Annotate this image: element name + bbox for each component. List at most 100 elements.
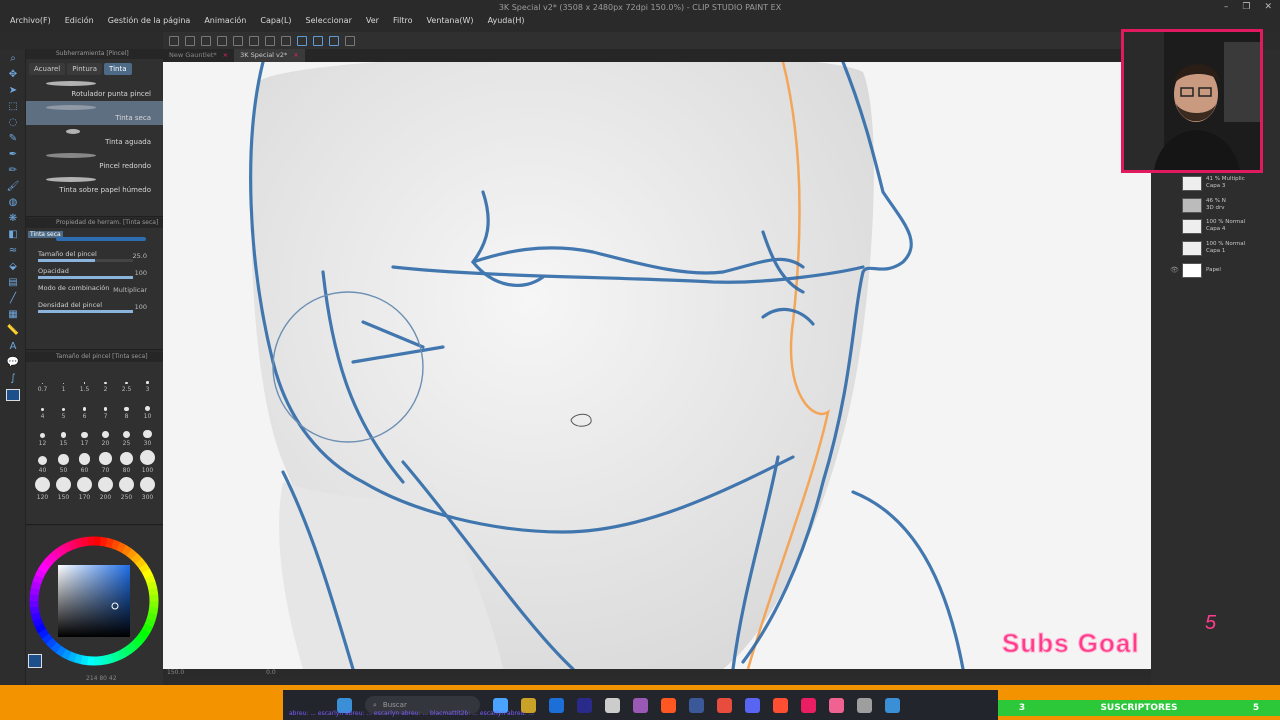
fill-tool-icon[interactable]: ⬙: [6, 261, 20, 273]
zoom-icon[interactable]: ⌕: [6, 53, 20, 65]
hue-segment[interactable]: [116, 649, 127, 661]
opacity-slider[interactable]: Opacidad 100: [26, 265, 163, 282]
menu-window[interactable]: Ventana(W): [427, 16, 474, 31]
prop-value[interactable]: 100: [135, 303, 147, 311]
hue-segment[interactable]: [110, 651, 121, 663]
hue-segment[interactable]: [126, 642, 138, 654]
hue-segment[interactable]: [56, 544, 67, 557]
correct-line-icon[interactable]: ∫: [6, 373, 20, 385]
brush-size-option[interactable]: 15: [53, 422, 74, 447]
settings-icon[interactable]: [345, 35, 355, 46]
hue-segment[interactable]: [41, 557, 54, 569]
brush-size-option[interactable]: 0.7: [32, 368, 53, 393]
layer-item[interactable]: 100 % Normal Capa 4: [1170, 216, 1280, 236]
hue-segment[interactable]: [80, 536, 89, 547]
hue-segment[interactable]: [141, 623, 153, 634]
hue-segment[interactable]: [126, 548, 138, 561]
brush-item-selected[interactable]: Tinta seca: [26, 101, 163, 125]
hue-segment[interactable]: [138, 628, 150, 640]
layer-item[interactable]: 👁 Papel: [1170, 260, 1280, 280]
main-color-chip[interactable]: [28, 654, 42, 668]
close-icon[interactable]: ×: [293, 51, 298, 60]
close-icon[interactable]: ×: [223, 51, 228, 60]
hue-segment[interactable]: [74, 537, 83, 549]
hue-segment[interactable]: [148, 606, 159, 615]
fill-icon[interactable]: [265, 35, 275, 46]
menu-select[interactable]: Seleccionar: [306, 16, 352, 31]
hue-segment[interactable]: [35, 568, 47, 579]
prop-value[interactable]: 25.0: [133, 252, 147, 260]
save-icon[interactable]: [201, 35, 211, 46]
hue-segment[interactable]: [55, 645, 67, 657]
hue-segment[interactable]: [30, 580, 42, 590]
snap-special-ruler-icon[interactable]: [313, 35, 323, 46]
pen-icon[interactable]: ✒: [6, 149, 20, 161]
brush-size-option[interactable]: 2.5: [116, 368, 137, 393]
brush-icon[interactable]: 🖌: [6, 181, 20, 193]
hue-segment[interactable]: [116, 542, 127, 554]
transform-icon[interactable]: [281, 35, 291, 46]
brush-size-option[interactable]: 17: [74, 422, 95, 447]
brush-size-option[interactable]: 30: [137, 422, 158, 447]
brush-size-option[interactable]: 20: [95, 422, 116, 447]
clear-icon[interactable]: [249, 35, 259, 46]
brush-size-option[interactable]: 150: [53, 476, 74, 501]
brush-size-option[interactable]: 40: [32, 449, 53, 474]
brush-size-option[interactable]: 1.5: [74, 368, 95, 393]
brush-size-option[interactable]: 8: [116, 395, 137, 420]
hue-segment[interactable]: [135, 557, 147, 569]
color-wheel[interactable]: [26, 526, 163, 676]
tab-new-gauntlet[interactable]: New Gauntlet* ×: [163, 49, 234, 62]
brush-size-option[interactable]: 300: [137, 476, 158, 501]
move-icon[interactable]: ✥: [6, 69, 20, 81]
hue-segment[interactable]: [61, 541, 72, 553]
eraser-icon[interactable]: ◧: [6, 229, 20, 241]
new-canvas-icon[interactable]: [169, 35, 179, 46]
hue-segment[interactable]: [138, 563, 151, 574]
tab-ink[interactable]: Tinta: [104, 63, 132, 75]
brush-size-option[interactable]: 120: [32, 476, 53, 501]
redo-icon[interactable]: [233, 35, 243, 46]
hue-segment[interactable]: [30, 612, 42, 621]
tab-3k-special[interactable]: 3K Special v2* ×: [234, 49, 305, 62]
snap-grid-icon[interactable]: [329, 35, 339, 46]
decoration-icon[interactable]: ❋: [6, 213, 20, 225]
lasso-icon[interactable]: ◌: [6, 117, 20, 129]
hue-segment[interactable]: [29, 606, 40, 615]
undo-icon[interactable]: [217, 35, 227, 46]
hue-segment[interactable]: [37, 628, 50, 639]
operation-icon[interactable]: ➤: [6, 85, 20, 97]
hue-segment[interactable]: [121, 645, 132, 658]
pencil-icon[interactable]: ✏: [6, 165, 20, 177]
hue-segment[interactable]: [99, 536, 108, 547]
hue-segment[interactable]: [38, 562, 50, 574]
brush-size-option[interactable]: 200: [95, 476, 116, 501]
selection-icon[interactable]: ⬚: [6, 101, 20, 113]
brush-size-option[interactable]: 10: [137, 395, 158, 420]
blend-mode-select[interactable]: Modo de combinación Multiplicar: [26, 282, 163, 299]
hue-segment[interactable]: [34, 623, 46, 634]
brush-size-slider[interactable]: Tamaño del pincel 25.0: [26, 248, 163, 265]
menu-file[interactable]: Archivo(F): [10, 16, 51, 31]
hue-segment[interactable]: [142, 568, 154, 579]
brush-size-option[interactable]: 50: [53, 449, 74, 474]
main-color-swatch[interactable]: [6, 389, 20, 401]
menu-view[interactable]: Ver: [366, 16, 379, 31]
airbrush-icon[interactable]: ◍: [6, 197, 20, 209]
open-icon[interactable]: [185, 35, 195, 46]
blend-icon[interactable]: ≈: [6, 245, 20, 257]
hue-segment[interactable]: [32, 617, 44, 628]
prop-value[interactable]: 100: [135, 269, 147, 277]
hue-segment[interactable]: [146, 581, 158, 590]
brush-item[interactable]: Rotulador punta pincel: [26, 77, 163, 101]
frame-icon[interactable]: ▦: [6, 309, 20, 321]
balloon-icon[interactable]: 💬: [6, 357, 20, 369]
brush-size-option[interactable]: 60: [74, 449, 95, 474]
hue-segment[interactable]: [121, 545, 133, 557]
text-icon[interactable]: A: [6, 341, 20, 353]
hue-segment[interactable]: [99, 655, 108, 666]
close-button[interactable]: ✕: [1264, 2, 1272, 12]
brush-size-option[interactable]: 70: [95, 449, 116, 474]
brush-size-option[interactable]: 2: [95, 368, 116, 393]
ruler-icon[interactable]: 📏: [6, 325, 20, 337]
